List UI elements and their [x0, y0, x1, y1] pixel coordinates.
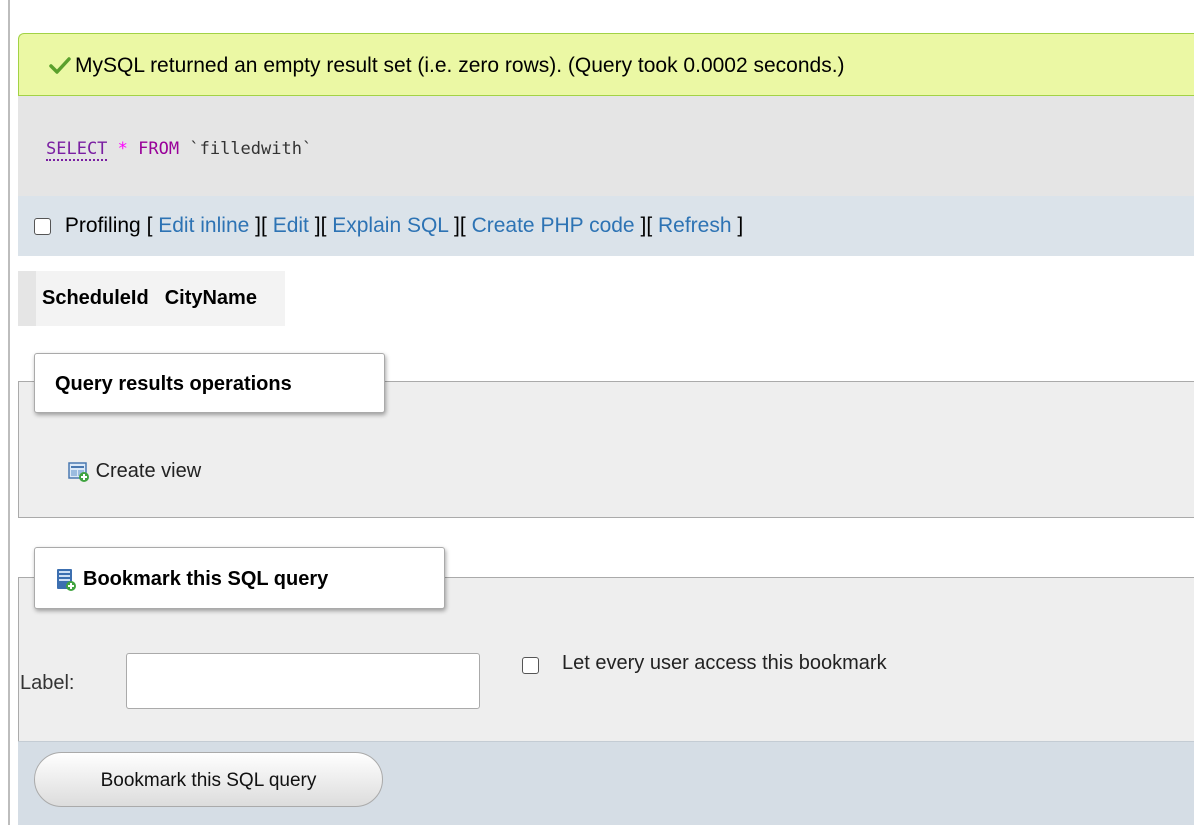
- bracket-open: [: [646, 214, 653, 237]
- create-view-label[interactable]: Create view: [96, 460, 202, 482]
- bracket-open: [: [459, 214, 466, 237]
- refresh-link[interactable]: Refresh: [658, 214, 732, 237]
- bookmark-icon: [57, 568, 76, 591]
- sql-keyword-select[interactable]: SELECT: [46, 139, 108, 161]
- bookmark-title-text: Bookmark this SQL query: [83, 568, 329, 590]
- sql-query-box: SELECT * FROM `filledwith`: [18, 96, 1194, 196]
- bookmark-label-input[interactable]: [126, 653, 480, 709]
- query-toolbar: Profiling [ Edit inline ][ Edit ][ Expla…: [18, 196, 1194, 256]
- column-header-scheduleid[interactable]: ScheduleId: [36, 271, 155, 326]
- results-header-pad: [263, 271, 285, 326]
- edit-inline-link[interactable]: Edit inline: [158, 214, 249, 237]
- share-bookmark-checkbox[interactable]: [522, 657, 539, 674]
- create-view-icon: [68, 461, 89, 482]
- create-view-link[interactable]: Create view: [68, 460, 201, 483]
- bracket-close: ]: [737, 214, 744, 237]
- results-table-header: ScheduleId CityName: [18, 271, 285, 326]
- bookmark-query-button[interactable]: Bookmark this SQL query: [34, 752, 383, 807]
- bracket-open: [: [146, 214, 153, 237]
- profiling-label: Profiling: [64, 214, 141, 237]
- bookmark-panel-title: Bookmark this SQL query: [34, 547, 445, 609]
- success-message: MySQL returned an empty result set (i.e.…: [18, 33, 1194, 96]
- explain-sql-link[interactable]: Explain SQL: [332, 214, 448, 237]
- sql-table-name: `filledwith`: [189, 139, 313, 159]
- bookmark-label-text: Label:: [20, 672, 75, 694]
- bracket-open: [: [320, 214, 327, 237]
- profiling-checkbox[interactable]: [34, 218, 51, 235]
- results-header-edge: [18, 271, 36, 326]
- left-divider: [8, 0, 10, 825]
- check-icon: [49, 57, 71, 74]
- bracket-open: [: [261, 214, 267, 237]
- column-header-cityname[interactable]: CityName: [159, 271, 263, 326]
- query-results-operations-title: Query results operations: [34, 353, 385, 413]
- sql-keyword-from: FROM: [138, 139, 180, 159]
- sql-star: *: [117, 139, 128, 159]
- create-php-code-link[interactable]: Create PHP code: [472, 214, 635, 237]
- success-text: MySQL returned an empty result set (i.e.…: [75, 54, 845, 77]
- edit-link[interactable]: Edit: [273, 214, 309, 237]
- share-bookmark-label[interactable]: Let every user access this bookmark: [562, 652, 887, 675]
